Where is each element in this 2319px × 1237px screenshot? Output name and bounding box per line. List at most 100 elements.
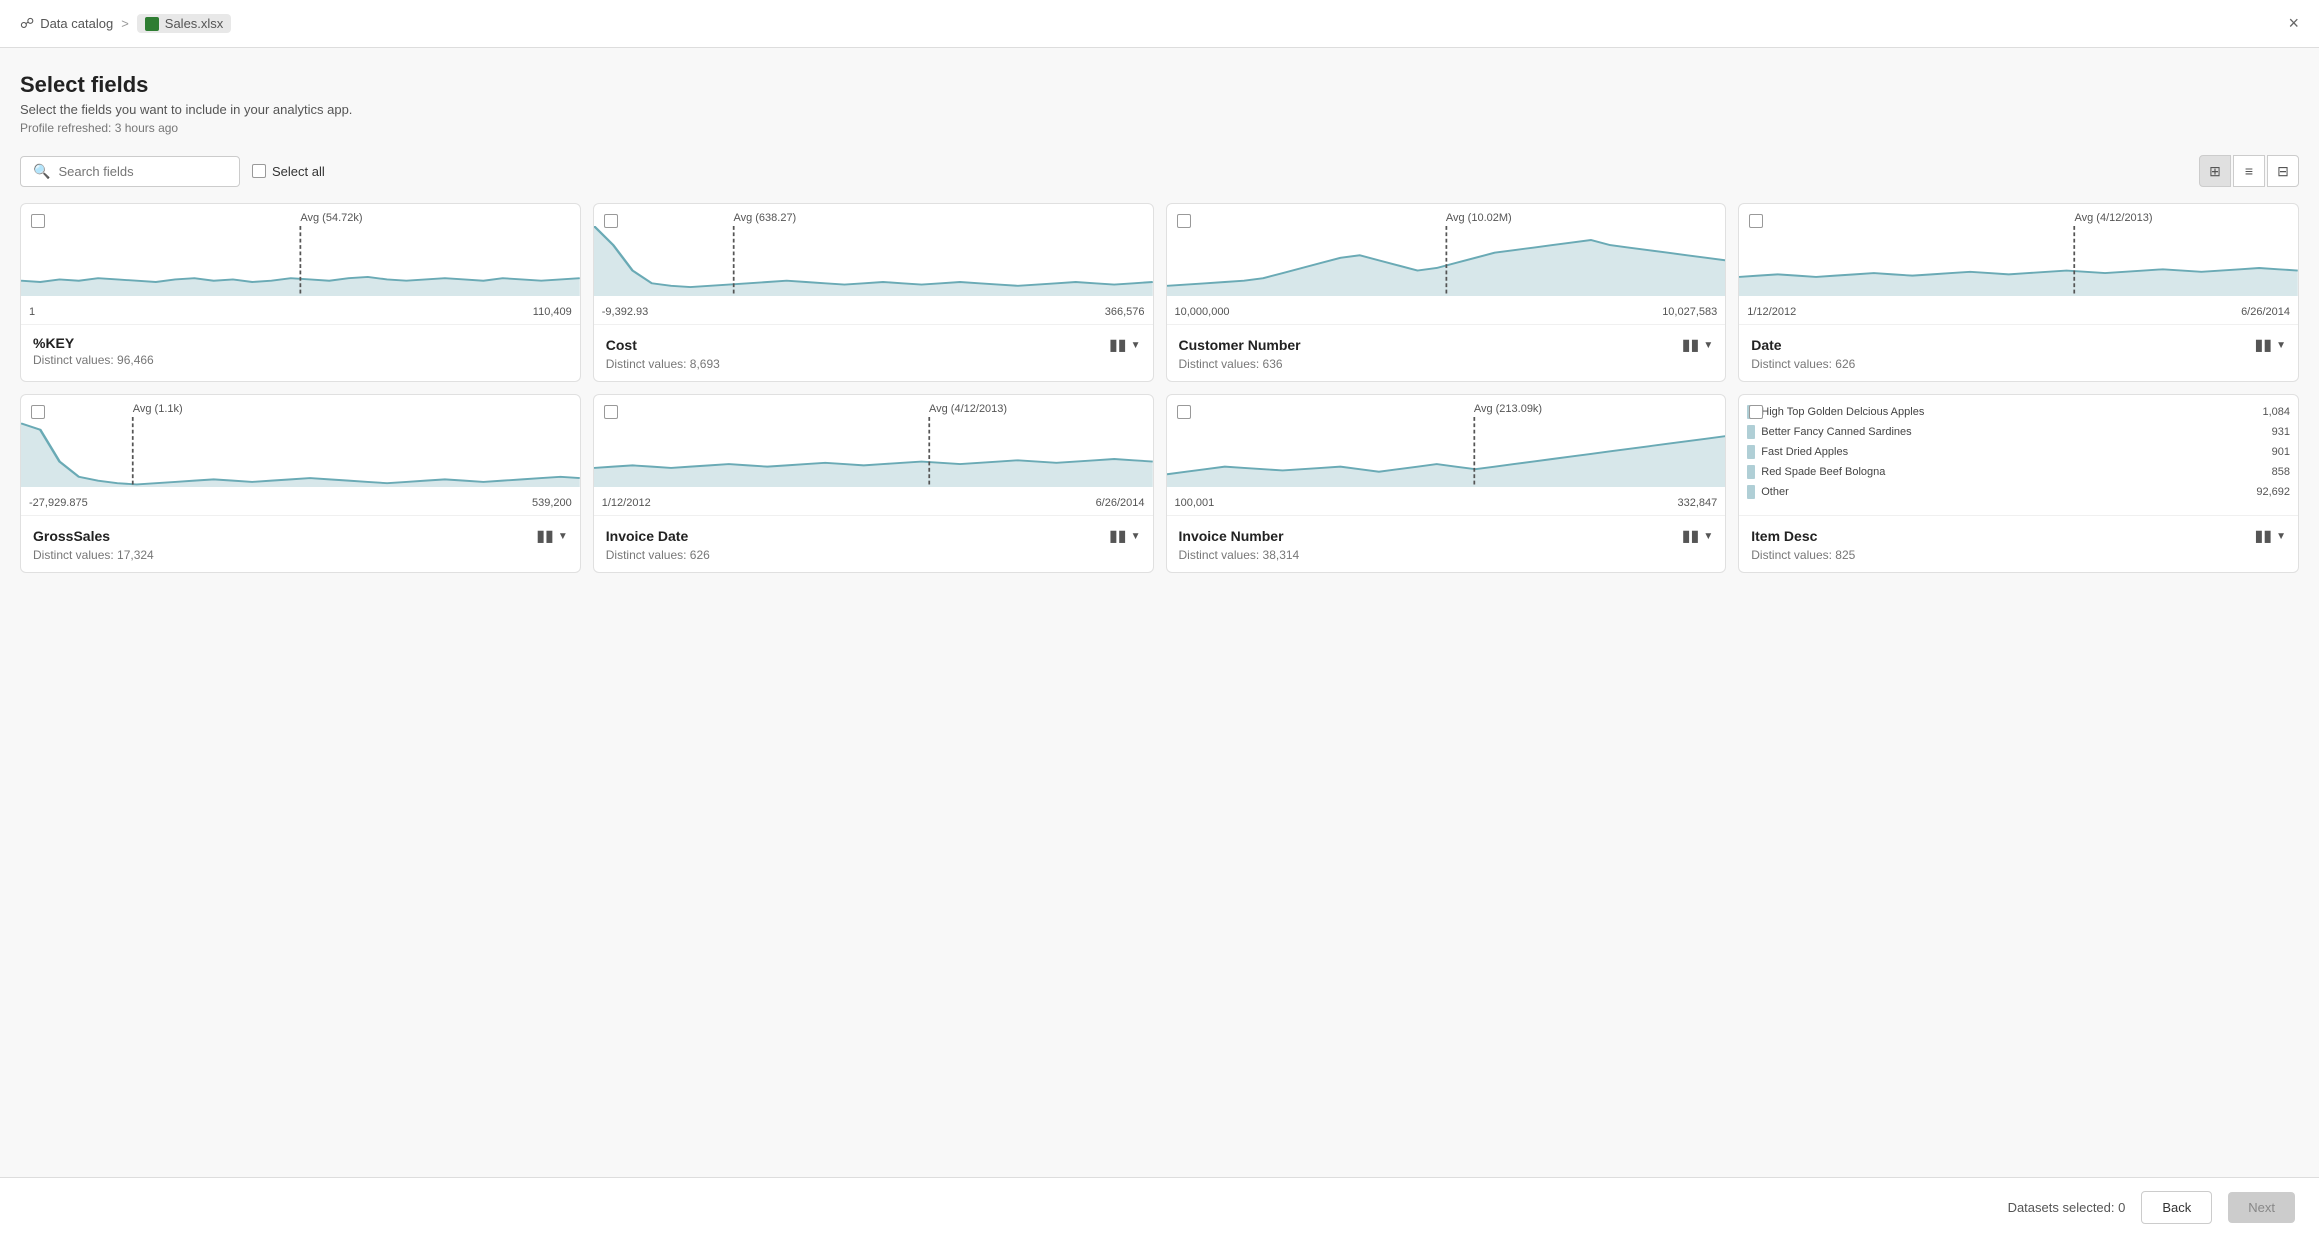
chart-type-icons[interactable]: ▮▮ ▼ bbox=[536, 526, 568, 546]
card-checkbox-customer-number[interactable] bbox=[1177, 214, 1191, 228]
card-date: Avg (4/12/2013) 1/12/2012 6/26/2014 Date… bbox=[1738, 203, 2299, 382]
card-checkbox-gross-sales[interactable] bbox=[31, 405, 45, 419]
range-max: 332,847 bbox=[1677, 497, 1717, 509]
card-item-desc: High Top Golden Delcious Apples 1,084 Be… bbox=[1738, 394, 2299, 573]
toolbar-left: 🔍 Select all bbox=[20, 156, 325, 187]
bar-item: Other 92,692 bbox=[1747, 485, 2290, 499]
search-box[interactable]: 🔍 bbox=[20, 156, 240, 187]
chevron-down-icon: ▼ bbox=[1131, 531, 1141, 542]
card-footer: Customer Number ▮▮ ▼ Distinct values: 63… bbox=[1167, 324, 1726, 381]
bar-color bbox=[1747, 465, 1755, 479]
profile-refresh: Profile refreshed: 3 hours ago bbox=[20, 121, 2299, 135]
card-footer: GrossSales ▮▮ ▼ Distinct values: 17,324 bbox=[21, 515, 580, 572]
card-checkbox-invoice-date[interactable] bbox=[604, 405, 618, 419]
page-title: Select fields bbox=[20, 72, 2299, 98]
card-customer-number: Avg (10.02M) 10,000,000 10,027,583 Custo… bbox=[1166, 203, 1727, 382]
card-field-row: Date ▮▮ ▼ bbox=[1751, 335, 2286, 355]
distinct-values: Distinct values: 38,314 bbox=[1179, 548, 1714, 562]
card-chart-area: Avg (54.72k) 1 110,409 bbox=[21, 204, 580, 324]
list-view-button[interactable]: ≡ bbox=[2233, 155, 2265, 187]
cards-grid: Avg (54.72k) 1 110,409 %KEY Distinct val… bbox=[20, 203, 2299, 573]
search-input[interactable] bbox=[58, 164, 227, 179]
bar-item: High Top Golden Delcious Apples 1,084 bbox=[1747, 405, 2290, 419]
card-footer: Item Desc ▮▮ ▼ Distinct values: 825 bbox=[1739, 515, 2298, 572]
chart-type-icons[interactable]: ▮▮ ▼ bbox=[2254, 335, 2286, 355]
view-toggle: ⊞ ≡ ⊟ bbox=[2199, 155, 2299, 187]
distinct-values: Distinct values: 96,466 bbox=[33, 353, 568, 367]
chart-type-icons[interactable]: ▮▮ ▼ bbox=[1109, 526, 1141, 546]
card-invoice-number: Avg (213.09k) 100,001 332,847 Invoice Nu… bbox=[1166, 394, 1727, 573]
chevron-down-icon: ▼ bbox=[2276, 340, 2286, 351]
breadcrumb-separator: > bbox=[121, 16, 129, 31]
distinct-values: Distinct values: 825 bbox=[1751, 548, 2286, 562]
bar-value: 931 bbox=[2272, 426, 2290, 438]
bar-color bbox=[1747, 425, 1755, 439]
top-bar: ☍ Data catalog > Sales.xlsx × bbox=[0, 0, 2319, 48]
card-checkbox-date[interactable] bbox=[1749, 214, 1763, 228]
distinct-values: Distinct values: 636 bbox=[1179, 357, 1714, 371]
bar-item: Fast Dried Apples 901 bbox=[1747, 445, 2290, 459]
grid-view-button[interactable]: ⊞ bbox=[2199, 155, 2231, 187]
range-max: 6/26/2014 bbox=[1096, 497, 1145, 509]
select-all-label[interactable]: Select all bbox=[272, 164, 325, 179]
main-content: Select fields Select the fields you want… bbox=[0, 48, 2319, 1237]
next-button[interactable]: Next bbox=[2228, 1192, 2295, 1223]
card-checkbox-item-desc[interactable] bbox=[1749, 405, 1763, 419]
chevron-down-icon: ▼ bbox=[1131, 340, 1141, 351]
select-all-wrap: Select all bbox=[252, 164, 325, 179]
toolbar: 🔍 Select all ⊞ ≡ ⊟ bbox=[20, 155, 2299, 187]
bar-color bbox=[1747, 485, 1755, 499]
range-max: 539,200 bbox=[532, 497, 572, 509]
chevron-down-icon: ▼ bbox=[2276, 531, 2286, 542]
range-max: 110,409 bbox=[533, 306, 572, 318]
chevron-down-icon: ▼ bbox=[558, 531, 568, 542]
card-gross-sales: Avg (1.1k) -27,929.875 539,200 GrossSale… bbox=[20, 394, 581, 573]
avg-label: Avg (1.1k) bbox=[133, 403, 183, 415]
card-field-row: Cost ▮▮ ▼ bbox=[606, 335, 1141, 355]
range-min: -27,929.875 bbox=[29, 497, 88, 509]
chart-type-icons[interactable]: ▮▮ ▼ bbox=[1682, 526, 1714, 546]
card-field-row: Invoice Number ▮▮ ▼ bbox=[1179, 526, 1714, 546]
chart-range: 10,000,000 10,027,583 bbox=[1167, 306, 1726, 318]
range-min: 1/12/2012 bbox=[1747, 306, 1796, 318]
field-name: Customer Number bbox=[1179, 337, 1301, 353]
card-footer: Date ▮▮ ▼ Distinct values: 626 bbox=[1739, 324, 2298, 381]
chart-range: 1/12/2012 6/26/2014 bbox=[594, 497, 1153, 509]
chart-type-icons[interactable]: ▮▮ ▼ bbox=[1109, 335, 1141, 355]
avg-label: Avg (4/12/2013) bbox=[929, 403, 1007, 415]
field-name: Date bbox=[1751, 337, 1781, 353]
card-invoice-date: Avg (4/12/2013) 1/12/2012 6/26/2014 Invo… bbox=[593, 394, 1154, 573]
card-percent-key: Avg (54.72k) 1 110,409 %KEY Distinct val… bbox=[20, 203, 581, 382]
bar-label: High Top Golden Delcious Apples bbox=[1761, 406, 2256, 418]
chart-range: -9,392.93 366,576 bbox=[594, 306, 1153, 318]
range-min: 1/12/2012 bbox=[602, 497, 651, 509]
card-cost: Avg (638.27) -9,392.93 366,576 Cost ▮▮ ▼… bbox=[593, 203, 1154, 382]
bar-label: Red Spade Beef Bologna bbox=[1761, 466, 2265, 478]
breadcrumb-file[interactable]: Sales.xlsx bbox=[137, 14, 232, 33]
bar-value: 92,692 bbox=[2256, 486, 2290, 498]
field-name: GrossSales bbox=[33, 528, 110, 544]
select-all-checkbox[interactable] bbox=[252, 164, 266, 178]
table-view-button[interactable]: ⊟ bbox=[2267, 155, 2299, 187]
chart-range: -27,929.875 539,200 bbox=[21, 497, 580, 509]
bar-value: 901 bbox=[2272, 446, 2290, 458]
avg-label: Avg (4/12/2013) bbox=[2075, 212, 2153, 224]
card-chart-area: Avg (4/12/2013) 1/12/2012 6/26/2014 bbox=[1739, 204, 2298, 324]
bar-chart-icon: ▮▮ bbox=[2254, 335, 2272, 355]
card-checkbox-cost[interactable] bbox=[604, 214, 618, 228]
card-field-row: Customer Number ▮▮ ▼ bbox=[1179, 335, 1714, 355]
chart-type-icons[interactable]: ▮▮ ▼ bbox=[2254, 526, 2286, 546]
card-footer: %KEY Distinct values: 96,466 bbox=[21, 324, 580, 377]
bar-chart-icon: ▮▮ bbox=[1682, 335, 1700, 355]
chart-range: 100,001 332,847 bbox=[1167, 497, 1726, 509]
chart-type-icons[interactable]: ▮▮ ▼ bbox=[1682, 335, 1714, 355]
range-min: 10,000,000 bbox=[1175, 306, 1230, 318]
bar-label: Other bbox=[1761, 486, 2250, 498]
close-button[interactable]: × bbox=[2288, 13, 2299, 34]
bar-item: Better Fancy Canned Sardines 931 bbox=[1747, 425, 2290, 439]
breadcrumb-data-catalog[interactable]: ☍ Data catalog bbox=[20, 15, 113, 32]
card-checkbox-invoice-number[interactable] bbox=[1177, 405, 1191, 419]
card-chart-area: Avg (1.1k) -27,929.875 539,200 bbox=[21, 395, 580, 515]
card-checkbox-percent-key[interactable] bbox=[31, 214, 45, 228]
back-button[interactable]: Back bbox=[2141, 1191, 2212, 1224]
